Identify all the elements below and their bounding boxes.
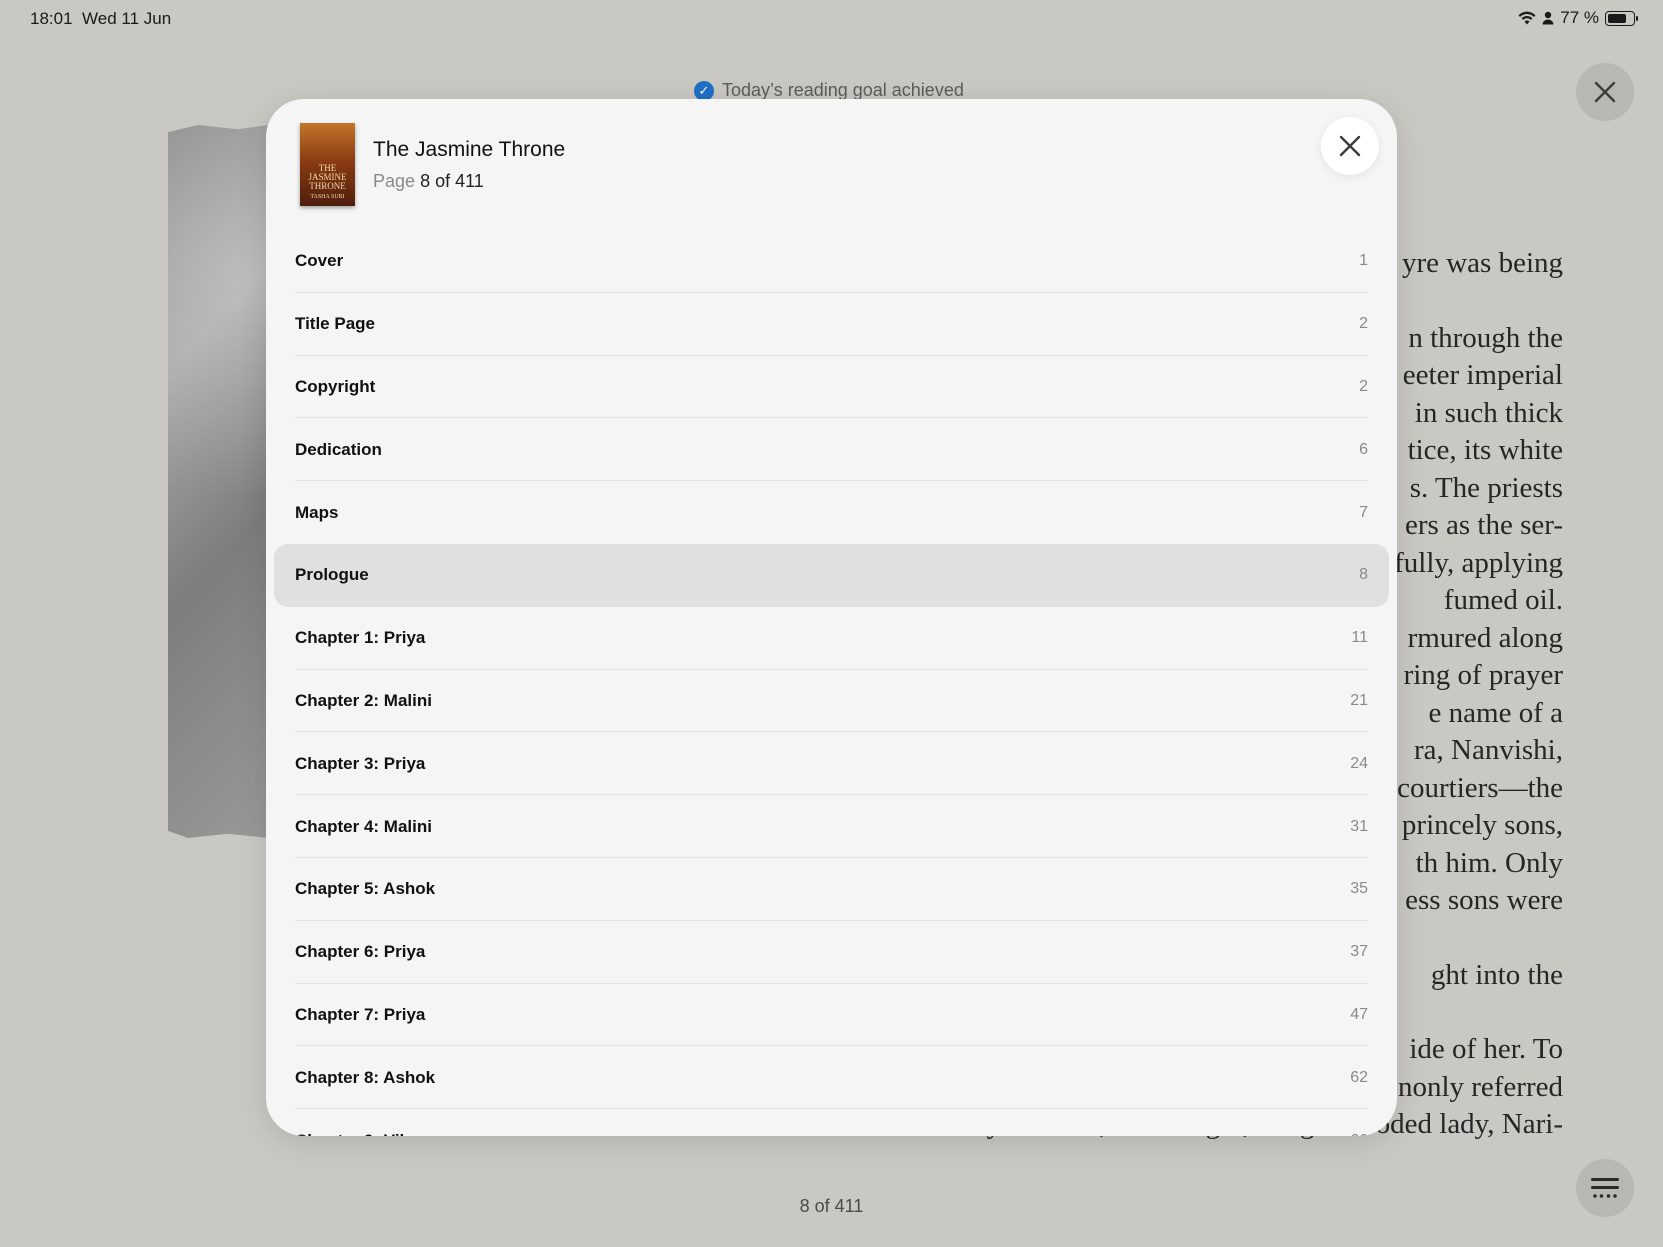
toc-entry-label: Copyright xyxy=(295,376,376,396)
toc-entry-page: 47 xyxy=(1350,1005,1368,1023)
toc-entry-page: 2 xyxy=(1359,315,1368,333)
toc-entry-label: Chapter 1: Priya xyxy=(295,628,426,648)
toc-entry[interactable]: Chapter 3: Priya 24 xyxy=(274,732,1389,795)
toc-entry[interactable]: Chapter 9: Vikram 66 xyxy=(274,1109,1389,1136)
toc-list: Cover 1 Title Page 2 Copyright 2 Dedication 6 Ma… xyxy=(266,230,1397,1136)
toc-entry[interactable]: Prologue 8 xyxy=(274,543,1389,607)
status-bar: 18:01 Wed 11 Jun 77 % xyxy=(0,0,1663,40)
status-time: 18:01 Wed 11 Jun xyxy=(30,9,171,29)
toc-entry-page: 6 xyxy=(1359,440,1368,458)
toc-entry[interactable]: Chapter 2: Malini 21 xyxy=(274,670,1389,733)
toc-entry-page: 62 xyxy=(1350,1068,1368,1086)
reading-goal-banner: ✓ Today’s reading goal achieved xyxy=(694,80,964,101)
checkmark-icon: ✓ xyxy=(694,80,714,101)
toc-entry[interactable]: Chapter 1: Priya 11 xyxy=(274,607,1389,670)
battery-fill xyxy=(1608,13,1627,23)
book-title: The Jasmine Throne xyxy=(373,138,566,161)
toc-entry-label: Title Page xyxy=(295,314,375,334)
toc-entry[interactable]: Title Page 2 xyxy=(274,293,1389,356)
toc-entry[interactable]: Maps 7 xyxy=(274,481,1389,544)
toc-entry-page: 66 xyxy=(1350,1132,1368,1136)
toc-entry[interactable]: Chapter 5: Ashok 35 xyxy=(274,858,1389,921)
toc-entry[interactable]: Chapter 4: Malini 31 xyxy=(274,795,1389,858)
toc-entry-page: 1 xyxy=(1359,252,1368,270)
book-page-position: Page 8 of 411 xyxy=(373,171,484,192)
toc-entry[interactable]: Chapter 8: Ashok 62 xyxy=(274,1046,1389,1109)
toc-entry-page: 31 xyxy=(1350,817,1368,835)
time: 18:01 xyxy=(30,9,73,28)
page-indicator: 8 of 411 xyxy=(799,1196,864,1216)
wifi-icon xyxy=(1518,11,1536,25)
cover-title: THE JASMINE THRONE xyxy=(308,163,347,191)
toc-entry-page: 21 xyxy=(1350,691,1368,709)
toc-entry[interactable]: Cover 1 xyxy=(274,230,1389,293)
date: Wed 11 Jun xyxy=(82,9,172,28)
toc-entry-label: Dedication xyxy=(295,439,382,459)
close-icon xyxy=(1594,81,1616,103)
toc-entry-label: Maps xyxy=(295,502,339,522)
reader-close-button[interactable] xyxy=(1576,63,1634,121)
map-illustration xyxy=(168,125,268,838)
toc-entry-page: 8 xyxy=(1359,566,1368,584)
table-of-contents-sheet: THE JASMINE THRONE TASHA SURI The Jasmin… xyxy=(266,99,1397,1136)
reading-goal-text: Today’s reading goal achieved xyxy=(722,80,964,100)
toc-entry[interactable]: Chapter 7: Priya 47 xyxy=(274,984,1389,1047)
toc-entry-label: Chapter 6: Priya xyxy=(295,942,426,962)
toc-entry-page: 2 xyxy=(1359,377,1368,395)
toc-entry-label: Chapter 3: Priya xyxy=(295,753,426,773)
menu-icon xyxy=(1591,1178,1619,1198)
toc-entry[interactable]: Copyright 2 xyxy=(274,356,1389,419)
toc-entry-page: 35 xyxy=(1350,880,1368,898)
toc-entry-label: Chapter 8: Ashok xyxy=(295,1067,436,1087)
toc-entry-label: Chapter 7: Priya xyxy=(295,1004,426,1024)
toc-entry-label: Chapter 2: Malini xyxy=(295,690,432,710)
toc-entry-page: 37 xyxy=(1350,943,1368,961)
toc-entry[interactable]: Chapter 6: Priya 37 xyxy=(274,921,1389,984)
person-icon xyxy=(1542,11,1554,25)
close-icon xyxy=(1339,135,1361,157)
toc-entry-label: Cover xyxy=(295,251,344,271)
toc-entry-label: Chapter 9: Vikram xyxy=(295,1131,440,1136)
reader-menu-button[interactable] xyxy=(1576,1159,1634,1217)
toc-entry-page: 24 xyxy=(1350,754,1368,772)
toc-entry-page: 11 xyxy=(1351,629,1368,647)
battery-icon xyxy=(1605,10,1638,26)
toc-entry[interactable]: Dedication 6 xyxy=(274,418,1389,481)
toc-entry-label: Prologue xyxy=(295,565,369,585)
page-value: 8 of 411 xyxy=(420,171,484,191)
toc-entry-label: Chapter 5: Ashok xyxy=(295,879,436,899)
book-cover: THE JASMINE THRONE TASHA SURI xyxy=(300,123,355,206)
status-indicators: 77 % xyxy=(1518,8,1638,28)
page-label: Page xyxy=(373,171,416,191)
cover-author: TASHA SURI xyxy=(310,194,345,200)
toc-entry-page: 7 xyxy=(1359,503,1368,521)
toc-close-button[interactable] xyxy=(1321,117,1379,175)
toc-entry-label: Chapter 4: Malini xyxy=(295,816,432,836)
toc-header: THE JASMINE THRONE TASHA SURI The Jasmin… xyxy=(266,99,1397,219)
battery-percent: 77 % xyxy=(1560,8,1599,27)
